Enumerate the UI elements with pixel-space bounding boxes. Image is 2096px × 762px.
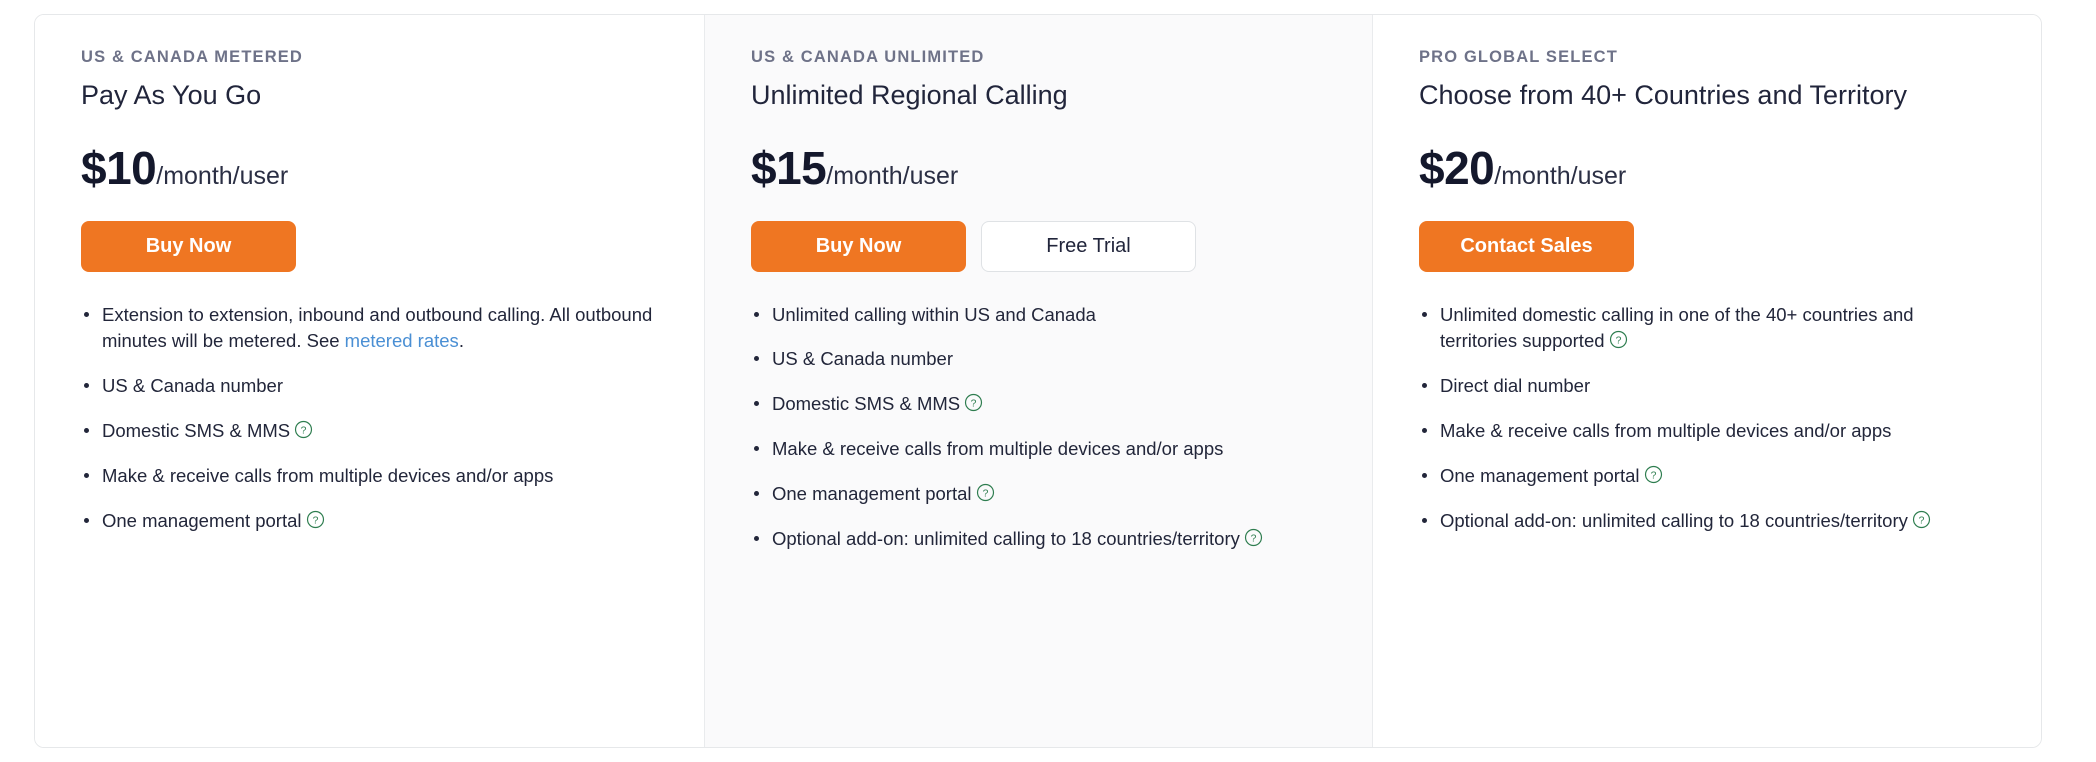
help-circle-icon[interactable]: ? xyxy=(1244,528,1263,547)
plan-price: $15/month/user xyxy=(751,145,1326,191)
feature-text: One management portal xyxy=(1440,464,1640,486)
feature-item: US & Canada number xyxy=(751,346,1326,373)
plan-price-period: /month/user xyxy=(1494,161,1627,190)
feature-item: Domestic SMS & MMS? xyxy=(81,418,658,445)
feature-item: Unlimited domestic calling in one of the… xyxy=(1419,302,1995,356)
feature-text: Make & receive calls from multiple devic… xyxy=(1440,419,1892,441)
feature-list: Unlimited domestic calling in one of the… xyxy=(1419,302,1995,535)
feature-item: US & Canada number xyxy=(81,373,658,400)
help-circle-icon[interactable]: ? xyxy=(976,483,995,502)
svg-text:?: ? xyxy=(301,426,307,437)
plan-actions: Buy Now Free Trial xyxy=(751,220,1326,272)
feature-item: One management portal? xyxy=(751,481,1326,508)
feature-text: Optional add-on: unlimited calling to 18… xyxy=(772,527,1240,549)
feature-text: Domestic SMS & MMS xyxy=(772,393,961,415)
plan-column-1: US & CANADA METERED Pay As You Go $10/mont… xyxy=(35,15,704,747)
feature-list: Unlimited calling within US and Canada US… xyxy=(751,302,1326,553)
help-circle-icon[interactable]: ? xyxy=(1644,465,1663,484)
help-circle-icon[interactable]: ? xyxy=(964,393,983,412)
feature-text: Make & receive calls from multiple devic… xyxy=(772,437,1224,459)
help-circle-icon[interactable]: ? xyxy=(294,420,313,439)
svg-text:?: ? xyxy=(982,488,988,499)
plan-actions: Buy Now xyxy=(81,220,658,272)
feature-text-suffix: . xyxy=(458,330,464,352)
feature-text: Domestic SMS & MMS xyxy=(102,419,291,441)
feature-text: US & Canada number xyxy=(102,375,283,397)
feature-item: Domestic SMS & MMS? xyxy=(751,391,1326,418)
svg-text:?: ? xyxy=(1250,533,1256,544)
plan-price-period: /month/user xyxy=(156,161,289,190)
help-circle-icon[interactable]: ? xyxy=(1609,330,1628,349)
plan-name: Unlimited Regional Calling xyxy=(751,79,1068,110)
free-trial-button[interactable]: Free Trial xyxy=(981,220,1196,272)
feature-item: One management portal? xyxy=(81,508,658,535)
feature-list: Extension to extension, inbound and outb… xyxy=(81,302,658,535)
plan-price-period: /month/user xyxy=(826,161,959,190)
feature-text: Direct dial number xyxy=(1440,375,1591,397)
plan-eyebrow: PRO GLOBAL SELECT xyxy=(1419,48,1618,66)
feature-text: US & Canada number xyxy=(772,348,953,370)
contact-sales-button[interactable]: Contact Sales xyxy=(1419,220,1634,272)
plan-name: Choose from 40+ Countries and Territory xyxy=(1419,79,1907,110)
feature-item: One management portal? xyxy=(1419,463,1995,490)
svg-text:?: ? xyxy=(971,399,977,410)
plan-price-amount: $10 xyxy=(81,141,157,194)
plan-price-amount: $15 xyxy=(751,141,827,194)
pricing-plans-card: US & CANADA METERED Pay As You Go $10/mont… xyxy=(34,14,2042,748)
plan-price-amount: $20 xyxy=(1419,141,1495,194)
feature-item: Make & receive calls from multiple devic… xyxy=(81,463,658,490)
feature-item: Extension to extension, inbound and outb… xyxy=(81,302,658,356)
buy-now-button[interactable]: Buy Now xyxy=(81,220,296,272)
svg-text:?: ? xyxy=(1918,515,1924,526)
feature-item: Unlimited calling within US and Canada xyxy=(751,302,1326,329)
feature-item: Optional add-on: unlimited calling to 18… xyxy=(751,526,1326,553)
plan-price: $20/month/user xyxy=(1419,145,1995,191)
svg-text:?: ? xyxy=(312,515,318,526)
svg-text:?: ? xyxy=(1650,470,1656,481)
plan-column-3: PRO GLOBAL SELECT Choose from 40+ Countri… xyxy=(1373,15,2041,747)
feature-item: Optional add-on: unlimited calling to 18… xyxy=(1419,508,1995,535)
feature-text: Make & receive calls from multiple devic… xyxy=(102,464,554,486)
plan-actions: Contact Sales xyxy=(1419,220,1995,272)
feature-text: One management portal xyxy=(102,509,302,531)
plan-name: Pay As You Go xyxy=(81,79,262,110)
feature-item: Make & receive calls from multiple devic… xyxy=(1419,418,1995,445)
plan-column-2: US & CANADA UNLIMITED Unlimited Regional … xyxy=(704,15,1373,747)
feature-text: Unlimited domestic calling in one of the… xyxy=(1440,303,1914,352)
plan-price: $10/month/user xyxy=(81,145,658,191)
plan-eyebrow: US & CANADA METERED xyxy=(81,48,303,66)
feature-text: Optional add-on: unlimited calling to 18… xyxy=(1440,509,1908,531)
metered-rates-link[interactable]: metered rates xyxy=(345,330,459,351)
feature-text: Unlimited calling within US and Canada xyxy=(772,303,1096,325)
help-circle-icon[interactable]: ? xyxy=(1912,510,1931,529)
feature-text: One management portal xyxy=(772,482,972,504)
plan-eyebrow: US & CANADA UNLIMITED xyxy=(751,48,985,66)
buy-now-button[interactable]: Buy Now xyxy=(751,220,966,272)
help-circle-icon[interactable]: ? xyxy=(306,510,325,529)
svg-text:?: ? xyxy=(1615,336,1621,347)
feature-item: Make & receive calls from multiple devic… xyxy=(751,436,1326,463)
feature-item: Direct dial number xyxy=(1419,373,1995,400)
